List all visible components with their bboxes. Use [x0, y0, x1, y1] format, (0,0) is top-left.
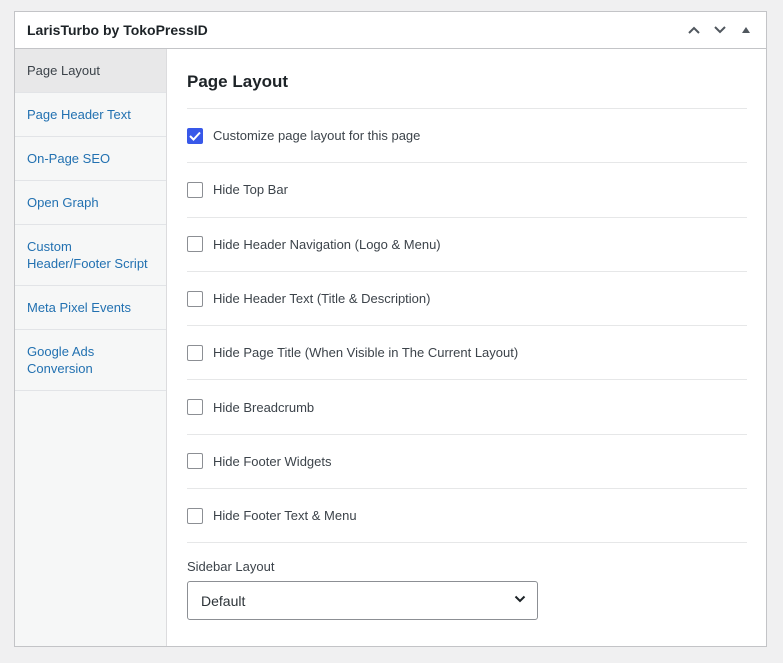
chevron-down-icon	[513, 592, 527, 609]
sidebar-layout-label: Sidebar Layout	[187, 559, 275, 575]
option-hide-breadcrumb: Hide Breadcrumb	[187, 380, 747, 435]
toggle-panel-icon[interactable]	[734, 18, 758, 42]
hide-header-navigation-checkbox[interactable]	[187, 236, 203, 253]
sidebar-item-open-graph[interactable]: Open Graph	[15, 181, 166, 225]
tabs-sidebar: Page Layout Page Header Text On-Page SEO…	[15, 49, 167, 646]
move-down-icon[interactable]	[708, 18, 732, 42]
option-hide-footer-text-menu: Hide Footer Text & Menu	[187, 489, 747, 544]
metabox-body: Page Layout Page Header Text On-Page SEO…	[15, 49, 766, 646]
option-hide-top-bar: Hide Top Bar	[187, 163, 747, 218]
hide-breadcrumb-checkbox[interactable]	[187, 399, 203, 416]
option-hide-header-text: Hide Header Text (Title & Description)	[187, 272, 747, 327]
hide-page-title-checkbox[interactable]	[187, 344, 203, 361]
metabox-header-actions	[682, 18, 758, 42]
option-hide-page-title: Hide Page Title (When Visible in The Cur…	[187, 326, 747, 381]
option-label: Hide Header Navigation (Logo & Menu)	[213, 236, 441, 252]
sidebar-layout-select[interactable]: Default	[187, 581, 538, 621]
sidebar-item-custom-header-footer-script[interactable]: Custom Header/Footer Script	[15, 225, 166, 286]
option-label: Hide Top Bar	[213, 182, 288, 198]
option-label: Hide Breadcrumb	[213, 399, 315, 415]
sidebar-item-meta-pixel-events[interactable]: Meta Pixel Events	[15, 286, 166, 330]
option-hide-header-navigation: Hide Header Navigation (Logo & Menu)	[187, 218, 747, 272]
hide-top-bar-checkbox[interactable]	[187, 181, 203, 198]
option-label: Hide Footer Text & Menu	[213, 508, 357, 524]
sidebar-item-on-page-seo[interactable]: On-Page SEO	[15, 137, 166, 181]
option-customize-layout: Customize page layout for this page	[187, 109, 747, 164]
option-label: Hide Footer Widgets	[213, 453, 332, 469]
sidebar-layout-field: Sidebar Layout Default	[187, 543, 747, 621]
move-up-icon[interactable]	[682, 18, 706, 42]
sidebar-item-google-ads-conversion[interactable]: Google Ads Conversion	[15, 330, 166, 391]
sidebar-item-page-layout[interactable]: Page Layout	[15, 49, 166, 93]
panel-title: Page Layout	[187, 49, 747, 109]
laristurbo-metabox: LarisTurbo by TokoPressID Page Layout Pa…	[14, 11, 767, 647]
option-hide-footer-widgets: Hide Footer Widgets	[187, 435, 747, 490]
metabox-header: LarisTurbo by TokoPressID	[15, 12, 766, 49]
option-label: Customize page layout for this page	[213, 128, 421, 144]
option-label: Hide Page Title (When Visible in The Cur…	[213, 345, 519, 361]
customize-layout-checkbox[interactable]	[187, 127, 203, 144]
option-label: Hide Header Text (Title & Description)	[213, 291, 431, 307]
metabox-title: LarisTurbo by TokoPressID	[27, 22, 208, 38]
hide-footer-widgets-checkbox[interactable]	[187, 453, 203, 470]
sidebar-layout-selected-value: Default	[201, 592, 246, 609]
sidebar-item-page-header-text[interactable]: Page Header Text	[15, 93, 166, 137]
hide-footer-text-menu-checkbox[interactable]	[187, 507, 203, 524]
hide-header-text-checkbox[interactable]	[187, 290, 203, 307]
panel-content: Page Layout Customize page layout for th…	[167, 49, 766, 646]
